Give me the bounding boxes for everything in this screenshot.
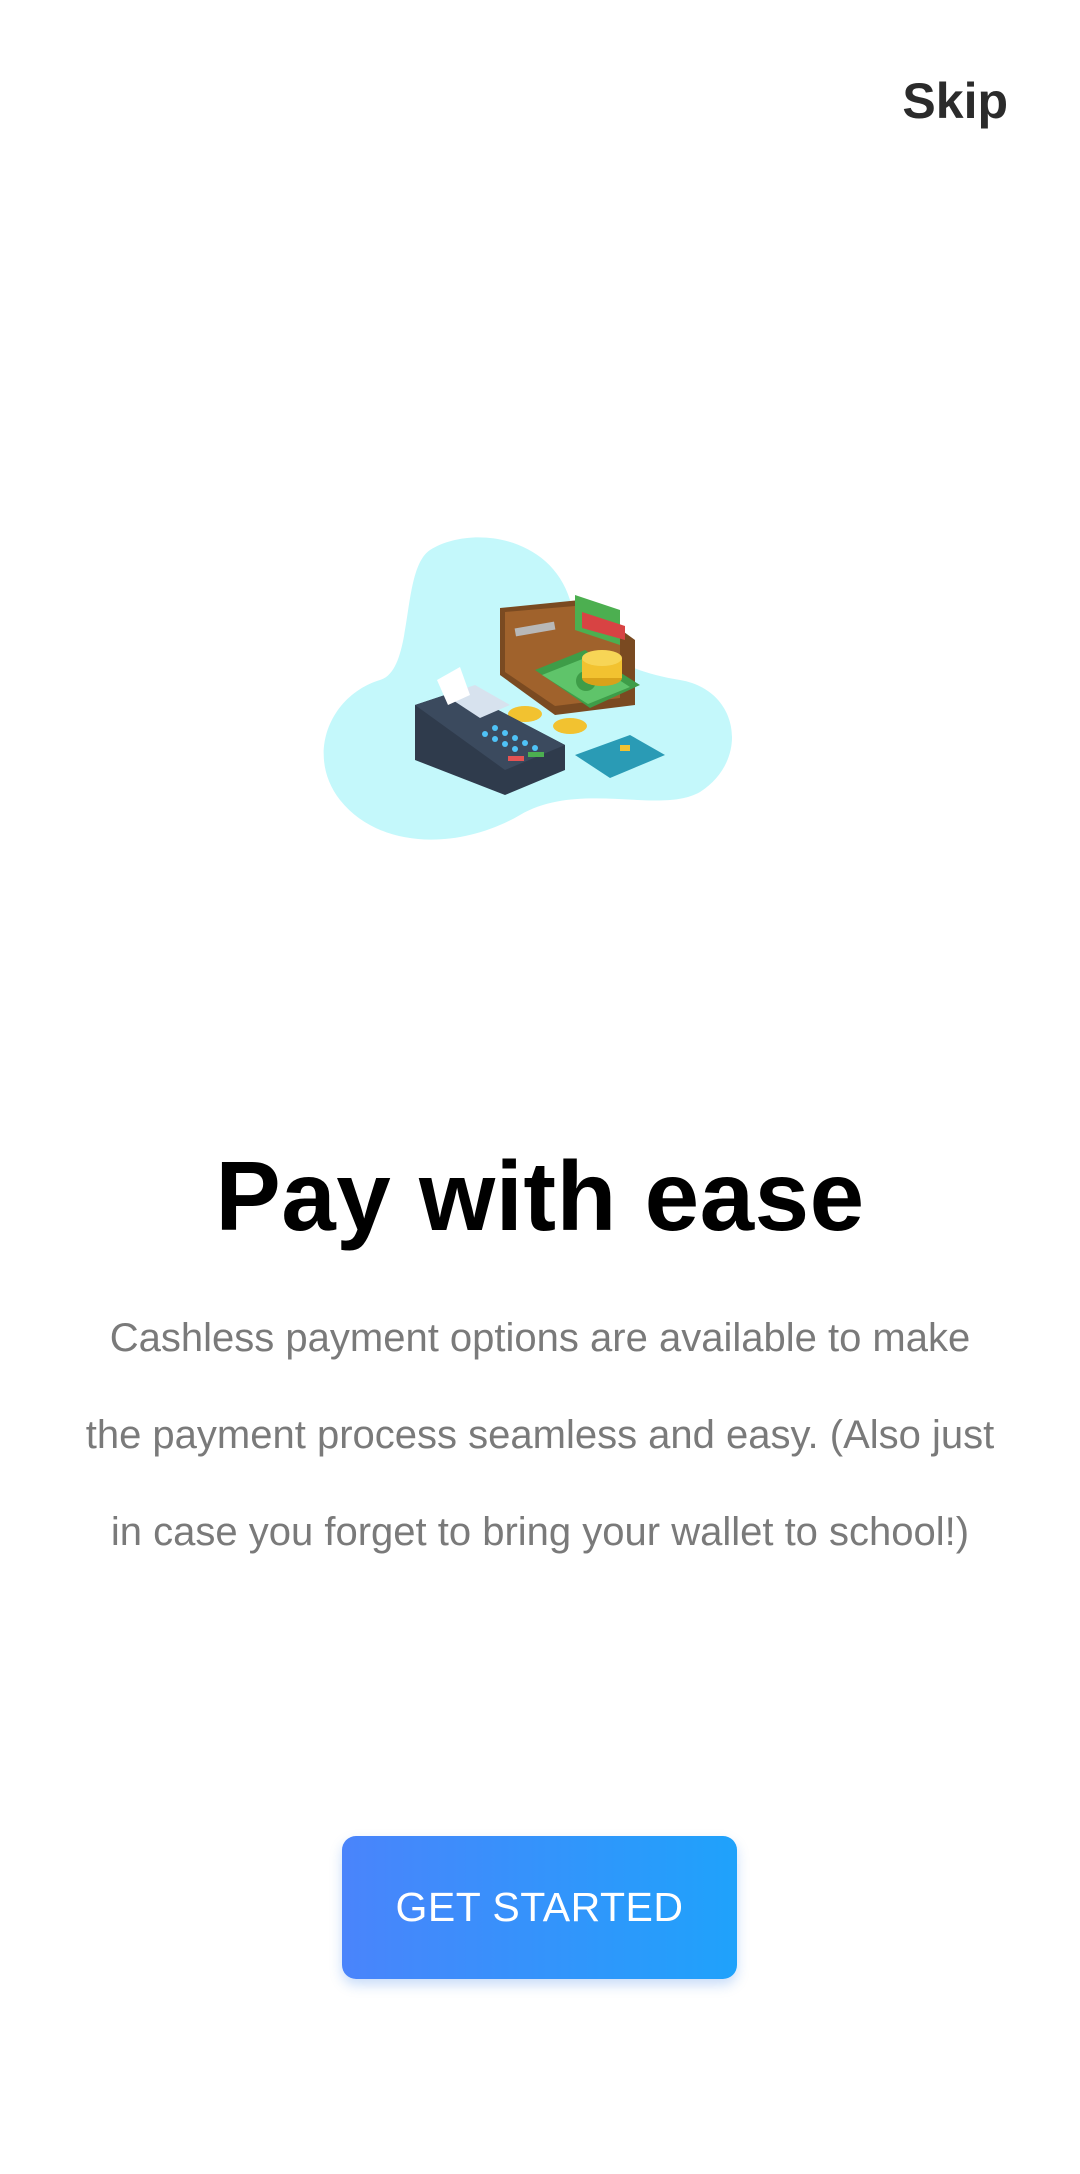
- get-started-button[interactable]: GET STARTED: [342, 1836, 737, 1979]
- wallet-payment-illustration: [320, 530, 760, 860]
- skip-button[interactable]: Skip: [902, 72, 1008, 130]
- page-title: Pay with ease: [215, 1141, 865, 1251]
- onboarding-description: Cashless payment options are available t…: [85, 1316, 995, 1554]
